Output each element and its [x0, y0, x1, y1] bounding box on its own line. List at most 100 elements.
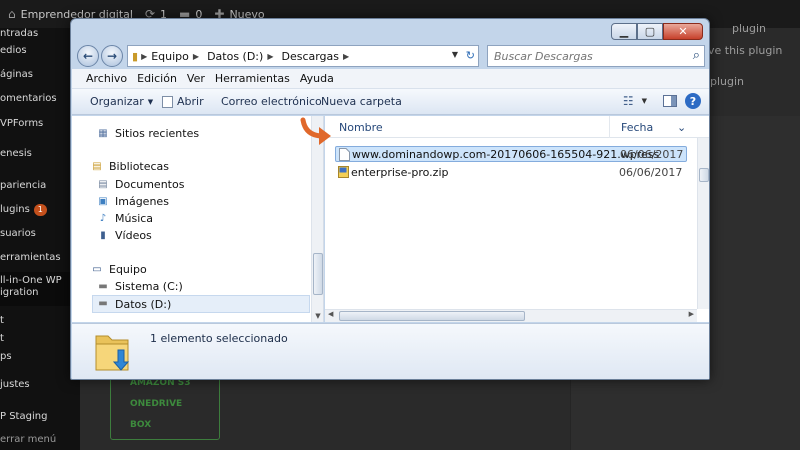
scroll-down-icon[interactable]: ▼	[312, 312, 323, 320]
details-pane: 1 elemento seleccionado	[72, 323, 709, 379]
wp-menu-apariencia[interactable]: pariencia	[0, 180, 80, 192]
wp-menu-label: suarios	[0, 228, 36, 239]
storage-box-item[interactable]: BOX	[130, 420, 151, 430]
nav-images[interactable]: ▣ Imágenes	[96, 195, 169, 208]
organize-button[interactable]: Organizar ▼	[90, 95, 153, 108]
nav-data-d[interactable]: ▬ Datos (D:)	[92, 295, 310, 313]
nav-label: Sistema (C:)	[115, 280, 183, 293]
email-button[interactable]: Correo electrónico	[221, 95, 322, 108]
view-dropdown-icon[interactable]: ▼	[642, 97, 647, 105]
menu-ver[interactable]: Ver	[182, 72, 210, 85]
new-folder-button[interactable]: Nueva carpeta	[321, 95, 402, 108]
wp-menu-plugins[interactable]: lugins 1	[0, 204, 80, 216]
refresh-icon[interactable]: ↻	[466, 49, 475, 62]
nav-documents[interactable]: ▤ Documentos	[96, 178, 184, 191]
view-list-icon[interactable]: ☷	[623, 94, 634, 108]
wp-menu-entradas[interactable]: ntradas	[0, 28, 80, 40]
maximize-button[interactable]: ▢	[637, 23, 663, 40]
column-name[interactable]: Nombre	[339, 121, 383, 134]
nav-videos[interactable]: ▮ Vídeos	[96, 229, 152, 242]
forward-button[interactable]: →	[101, 45, 123, 67]
wp-menu-collapse[interactable]: errar menú	[0, 434, 80, 446]
nav-music[interactable]: ♪ Música	[96, 212, 153, 225]
file-row[interactable]: www.dominandowp.com-20170606-165504-921.…	[335, 146, 687, 162]
breadcrumb-datos[interactable]: Datos (D:) ▶	[203, 50, 277, 63]
email-label: Correo electrónico	[221, 95, 322, 108]
column-date[interactable]: Fecha	[621, 121, 653, 134]
wp-submenu-import[interactable]: t	[0, 333, 80, 345]
file-list-hscroll-thumb[interactable]	[339, 311, 525, 321]
wp-menu-label: P Staging	[0, 411, 48, 422]
storage-onedrive[interactable]: ONEDRIVE	[130, 399, 182, 409]
close-icon: ✕	[678, 25, 688, 38]
nav-label: Bibliotecas	[109, 160, 170, 173]
minimize-button[interactable]: ▁	[611, 23, 637, 40]
file-date: 06/06/2017 16:4	[619, 165, 687, 179]
wp-menu-ajustes[interactable]: justes	[0, 379, 80, 391]
plugins-badge: 1	[33, 204, 47, 216]
file-row[interactable]: enterprise-pro.zip 06/06/2017 16:4	[335, 164, 687, 180]
breadcrumb-label: Equipo	[151, 49, 189, 63]
search-icon[interactable]: ⌕	[693, 48, 700, 63]
open-button[interactable]: Abrir	[162, 95, 204, 108]
wp-menu-paginas[interactable]: áginas	[0, 69, 80, 81]
home-icon: ⌂	[8, 7, 16, 21]
breadcrumb-descargas[interactable]: Descargas ▶	[277, 50, 353, 63]
help-icon[interactable]: ?	[685, 93, 701, 109]
file-list-hscrollbar[interactable]: ◀ ▶	[325, 309, 697, 322]
nav-libraries[interactable]: ▤ Bibliotecas	[90, 160, 169, 173]
nav-system-c[interactable]: ▬ Sistema (C:)	[96, 280, 183, 293]
wp-submenu-export[interactable]: t	[0, 315, 80, 327]
wp-menu-label: t	[0, 315, 4, 326]
breadcrumb-equipo[interactable]: Equipo ▶	[147, 50, 203, 63]
pictures-icon: ▣	[98, 195, 108, 207]
preview-pane-icon[interactable]	[663, 95, 677, 107]
scroll-right-icon[interactable]: ▶	[689, 310, 694, 318]
address-bar[interactable]: ▮ ▶ Equipo ▶ Datos (D:) ▶ Descargas ▶ ▼ ↻	[127, 45, 479, 67]
menu-ayuda[interactable]: Ayuda	[295, 72, 339, 85]
nav-label: Imágenes	[115, 195, 169, 208]
navigation-row: ← → ▮ ▶ Equipo ▶ Datos (D:) ▶ Descargas ▶ ▼…	[75, 45, 705, 67]
file-list-vscroll-thumb[interactable]	[699, 168, 709, 182]
wp-menu-wpforms[interactable]: VPForms	[0, 118, 80, 130]
nav-scroll-thumb[interactable]	[313, 253, 323, 295]
wp-menu-label: omentarios	[0, 93, 57, 104]
file-list-vscrollbar[interactable]	[697, 138, 709, 309]
wp-menu-comentarios[interactable]: omentarios	[0, 93, 80, 105]
folder-download-icon	[95, 335, 130, 371]
organize-label: Organizar	[90, 95, 144, 108]
wp-menu-medios[interactable]: edios	[0, 45, 80, 57]
drive-icon: ▬	[98, 298, 108, 309]
wp-submenu-backups[interactable]: ps	[0, 351, 80, 363]
wp-menu-usuarios[interactable]: suarios	[0, 228, 80, 240]
column-divider[interactable]	[609, 116, 610, 138]
wp-menu-label: ntradas	[0, 28, 39, 39]
menu-edicion[interactable]: Edición	[132, 72, 182, 85]
close-button[interactable]: ✕	[663, 23, 703, 40]
menu-archivo[interactable]: Archivo	[81, 72, 132, 85]
nav-label: Equipo	[109, 263, 147, 276]
dropdown-arrow-icon: ▼	[147, 97, 154, 106]
nav-label: Documentos	[115, 178, 185, 191]
wp-menu-all-in-one[interactable]: ll-in-One WP igration	[0, 272, 80, 306]
chevron-right-icon: ▶	[343, 51, 350, 61]
library-icon: ▤	[92, 160, 102, 172]
minimize-icon: ▁	[619, 25, 629, 38]
nav-recent[interactable]: ▦ Sitios recientes	[96, 127, 199, 140]
explorer-window: ▁ ▢ ✕ ← → ▮ ▶ Equipo ▶ Datos (D:) ▶ Descar…	[70, 18, 710, 380]
search-input[interactable]	[494, 49, 674, 63]
nav-label: Vídeos	[115, 229, 152, 242]
wp-menu-label: edios	[0, 45, 27, 56]
wp-sidebar: ntradas edios áginas omentarios VPForms …	[0, 28, 80, 450]
nav-label: Datos (D:)	[115, 297, 172, 311]
scroll-left-icon[interactable]: ◀	[328, 310, 333, 318]
nav-label: Música	[115, 212, 154, 225]
back-button[interactable]: ←	[77, 45, 99, 67]
wp-menu-genesis[interactable]: enesis	[0, 148, 80, 160]
wp-menu-herramientas[interactable]: erramientas	[0, 252, 80, 264]
menu-herramientas[interactable]: Herramientas	[210, 72, 295, 85]
address-dropdown-icon[interactable]: ▼	[452, 50, 458, 59]
nav-computer[interactable]: ▭ Equipo	[90, 263, 147, 276]
computer-icon: ▭	[92, 263, 102, 275]
wp-menu-wp-staging[interactable]: P Staging	[0, 411, 80, 423]
